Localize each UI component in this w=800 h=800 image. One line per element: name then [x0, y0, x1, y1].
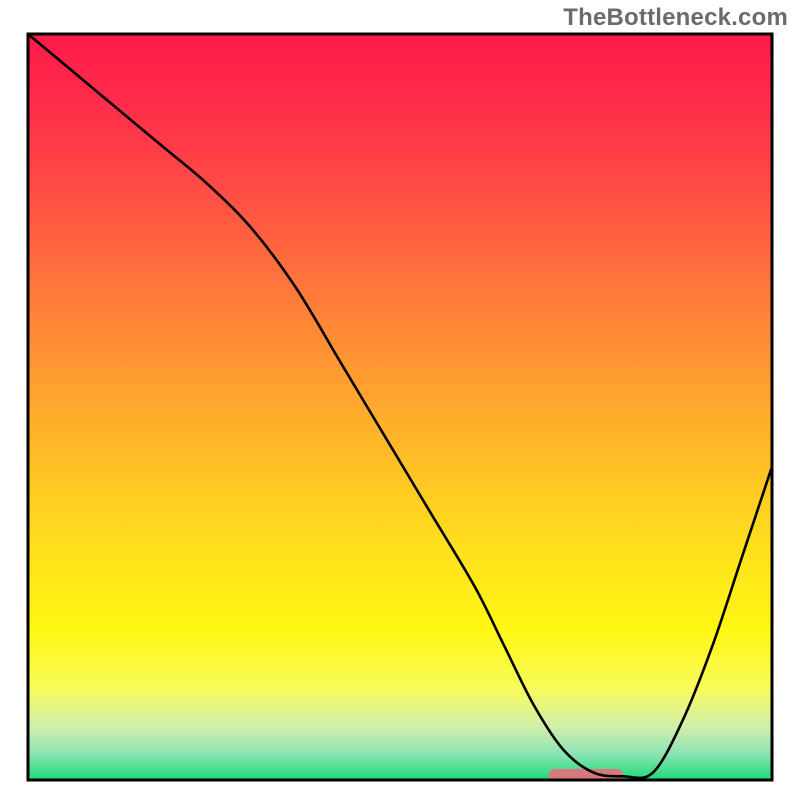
- chart-stage: TheBottleneck.com: [0, 0, 800, 800]
- plot-background: [28, 34, 772, 780]
- bottleneck-chart: [0, 0, 800, 800]
- watermark-text: TheBottleneck.com: [563, 4, 788, 32]
